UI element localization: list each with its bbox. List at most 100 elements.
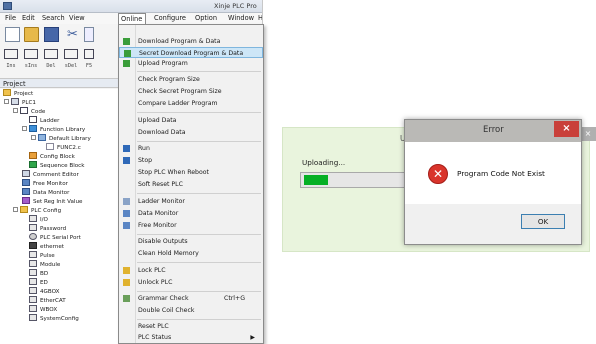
tree-node-wbox[interactable]: WBOX [29, 305, 57, 314]
menu-item-clean-hold-memory[interactable]: Clean Hold Memory [119, 248, 263, 259]
collapse-icon[interactable] [31, 135, 36, 140]
menu-configure[interactable]: Configure [152, 14, 188, 23]
close-icon[interactable]: × [554, 121, 579, 137]
tree-node-plc1[interactable]: PLC1 [4, 98, 36, 107]
new-file-icon[interactable] [5, 27, 20, 42]
tree-node-bd[interactable]: BD [29, 269, 48, 278]
menu-edit[interactable]: Edit [20, 14, 37, 23]
menu-item-unlock-plc[interactable]: Unlock PLC [119, 277, 263, 288]
menu-item-secret-download[interactable]: Secret Download Program & Data [119, 47, 263, 58]
menu-online[interactable]: Online [118, 13, 146, 24]
menu-item-compare-ladder-program[interactable]: Compare Ladder Program [119, 98, 263, 109]
config-block-icon [29, 152, 37, 159]
online-menu: Download Program & Data Secret Download … [118, 24, 264, 344]
save-icon[interactable] [44, 27, 59, 42]
tree-node-code[interactable]: Code [13, 107, 45, 116]
tree-node-free-monitor[interactable]: Free Monitor [22, 179, 68, 188]
title-bar: Xinje PLC Pro [0, 0, 262, 13]
collapse-icon[interactable] [13, 108, 18, 113]
tree-node-func2[interactable]: FUNC2.c [46, 143, 81, 152]
f5-button[interactable]: F5 [82, 48, 96, 74]
tree-node-4gbox[interactable]: 4GBOX [29, 287, 60, 296]
menu-separator [137, 291, 261, 292]
tree-node-default-library[interactable]: Default Library [31, 134, 91, 143]
serial-port-icon [29, 233, 37, 240]
tree-node-ladder[interactable]: Ladder [29, 116, 59, 125]
tree-node-project[interactable]: Project [3, 89, 33, 98]
4gbox-icon [29, 287, 37, 294]
menu-item-lock-plc[interactable]: Lock PLC [119, 265, 263, 276]
menu-separator [137, 141, 261, 142]
shift-insert-button[interactable]: sIns [22, 48, 40, 74]
menu-view[interactable]: View [67, 14, 87, 23]
run-icon [123, 145, 130, 152]
uploading-status: Uploading... [302, 158, 346, 167]
collapse-icon[interactable] [4, 99, 9, 104]
menu-item-stop-plc-when-reboot[interactable]: Stop PLC When Reboot [119, 167, 263, 178]
delete-row-button[interactable]: Del [42, 48, 60, 74]
tree-node-config-block[interactable]: Config Block [29, 152, 75, 161]
upload-progress-bar [300, 172, 410, 188]
function-library-icon [29, 125, 37, 132]
menu-help[interactable]: H [256, 14, 262, 23]
menu-item-soft-reset-plc[interactable]: Soft Reset PLC [119, 179, 263, 190]
menu-file[interactable]: File [3, 14, 18, 23]
menu-item-double-coil-check[interactable]: Double Coil Check [119, 305, 263, 316]
menu-item-upload-data[interactable]: Upload Data [119, 115, 263, 126]
tree-node-data-monitor[interactable]: Data Monitor [22, 188, 69, 197]
c-file-icon [46, 143, 54, 150]
menu-separator [137, 112, 261, 113]
collapse-icon[interactable] [13, 207, 18, 212]
error-dialog: Error × ✕ Program Code Not Exist OK [404, 119, 582, 245]
menu-item-disable-outputs[interactable]: Disable Outputs [119, 236, 263, 247]
ok-button[interactable]: OK [521, 214, 565, 229]
menu-item-free-monitor[interactable]: Free Monitor [119, 220, 263, 231]
open-folder-icon[interactable] [24, 27, 39, 42]
insert-row-button[interactable]: Ins [2, 48, 20, 74]
tree-node-io[interactable]: I/O [29, 215, 48, 224]
tree-node-ethernet[interactable]: ethernet [29, 242, 64, 251]
upload-progress-fill [304, 175, 328, 185]
menu-item-download-data[interactable]: Download Data [119, 127, 263, 138]
tree-node-ethercat[interactable]: EtherCAT [29, 296, 66, 305]
menu-item-download-program-data[interactable]: Download Program & Data [119, 36, 263, 47]
tree-node-comment-editor[interactable]: Comment Editor [22, 170, 79, 179]
tree-node-plc-serial-port[interactable]: PLC Serial Port [29, 233, 81, 242]
sequence-block-icon [29, 161, 37, 168]
upload-close-icon[interactable]: × [580, 127, 596, 141]
system-config-icon [29, 314, 37, 321]
tree-node-sequence-block[interactable]: Sequence Block [29, 161, 85, 170]
tree-node-set-reg-init-value[interactable]: Set Reg Init Value [22, 197, 82, 206]
tree-node-pulse[interactable]: Pulse [29, 251, 55, 260]
tree-node-module[interactable]: Module [29, 260, 60, 269]
tree-node-function-library[interactable]: Function Library [22, 125, 85, 134]
menu-separator [137, 319, 261, 320]
menu-item-plc-status[interactable]: PLC Status ▶ [119, 332, 263, 343]
tree-node-plc-config[interactable]: PLC Config [13, 206, 61, 215]
menu-item-data-monitor[interactable]: Data Monitor [119, 208, 263, 219]
menu-item-grammar-check[interactable]: Grammar Check Ctrl+G [119, 293, 263, 304]
menu-item-check-program-size[interactable]: Check Program Size [119, 74, 263, 85]
project-icon [3, 89, 11, 96]
copy-icon[interactable] [84, 27, 94, 42]
unlock-icon [123, 279, 130, 286]
tree-node-password[interactable]: Password [29, 224, 66, 233]
menu-window[interactable]: Window [226, 14, 256, 23]
menu-item-run[interactable]: Run [119, 143, 263, 154]
cut-icon[interactable]: ✂ [65, 27, 80, 42]
menu-item-upload-program[interactable]: Upload Program [119, 58, 263, 69]
menu-item-check-secret-program-size[interactable]: Check Secret Program Size [119, 86, 263, 97]
tree-node-system-config[interactable]: SystemConfig [29, 314, 79, 323]
collapse-icon[interactable] [22, 126, 27, 131]
menu-item-stop[interactable]: Stop [119, 155, 263, 166]
stop-icon [123, 157, 130, 164]
tree-node-ed[interactable]: ED [29, 278, 48, 287]
error-dialog-title: Error [483, 125, 504, 135]
menu-item-reset-plc[interactable]: Reset PLC [119, 321, 263, 332]
ladder-monitor-icon [123, 198, 130, 205]
menu-option[interactable]: Option [193, 14, 219, 23]
download-icon [123, 38, 130, 45]
menu-item-ladder-monitor[interactable]: Ladder Monitor [119, 196, 263, 207]
menu-search[interactable]: Search [40, 14, 67, 23]
shift-delete-button[interactable]: sDel [62, 48, 80, 74]
